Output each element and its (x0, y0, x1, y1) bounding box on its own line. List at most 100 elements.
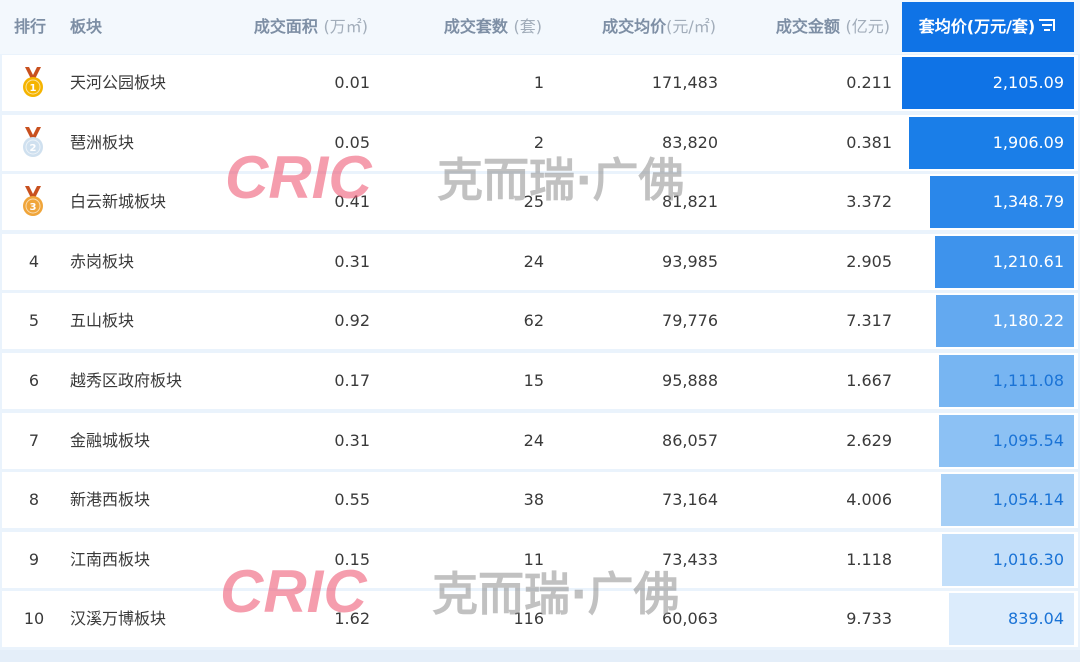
unit-price-value: 1,180.22 (992, 311, 1064, 331)
units-value: 62 (523, 311, 544, 331)
table-row[interactable]: 6 越秀区政府板块 0.17 15 95,888 1.667 1,111.08 (2, 353, 1078, 409)
amount-value: 1.118 (846, 549, 892, 569)
table-header: 排行 板块 成交面积 (万㎡) 成交套数 (套) 成交均价(元/㎡) 成交金额 … (0, 0, 1080, 54)
table-row[interactable]: 3 白云新城板块 0.41 25 81,821 3.372 1,348.79 (2, 174, 1078, 231)
avg-price-value: 83,820 (662, 132, 718, 152)
gold-medal-icon: 1 (20, 67, 46, 103)
amount-value: 0.211 (846, 73, 892, 92)
units-value: 24 (523, 430, 544, 450)
unit-price-bar: 1,095.54 (939, 414, 1074, 467)
units-value: 24 (523, 251, 544, 271)
col-block-header: 板块 (70, 17, 103, 36)
avg-price-value: 73,164 (662, 490, 718, 510)
unit-price-value: 1,095.54 (992, 430, 1064, 450)
bronze-medal-icon: 3 (20, 186, 46, 222)
unit-price-bar: 1,348.79 (929, 176, 1074, 229)
rank-number: 8 (28, 490, 40, 510)
table-row[interactable]: 8 新港西板块 0.55 38 73,164 4.006 1,054.14 (2, 472, 1078, 529)
rank-number: 9 (28, 549, 40, 569)
block-name: 五山板块 (70, 311, 135, 331)
col-avg-price-header[interactable]: 成交均价(元/㎡) (602, 0, 716, 54)
rank-number: 6 (28, 371, 40, 390)
table-row[interactable]: 4 赤岗板块 0.31 24 93,985 2.905 1,210.61 (2, 233, 1078, 290)
table-row[interactable]: 5 五山板块 0.92 62 79,776 7.317 1,180.22 (2, 293, 1078, 350)
area-value: 0.05 (334, 132, 370, 152)
unit-price-value: 1,016.30 (992, 549, 1064, 569)
avg-price-value: 79,776 (662, 311, 718, 331)
silver-medal-icon: 2 (20, 126, 46, 163)
area-value: 1.62 (334, 609, 370, 629)
svg-text:3: 3 (30, 202, 37, 213)
sort-desc-icon[interactable] (1039, 3, 1057, 53)
unit-price-value: 2,105.09 (992, 73, 1064, 92)
block-name: 汉溪万博板块 (70, 609, 167, 629)
rank-number: 5 (28, 311, 40, 331)
units-value: 1 (533, 73, 544, 92)
block-name: 赤岗板块 (70, 251, 135, 271)
unit-price-bar: 1,210.61 (934, 235, 1074, 288)
amount-value: 0.381 (846, 132, 892, 152)
unit-price-value: 1,348.79 (992, 192, 1064, 212)
avg-price-value: 95,888 (662, 371, 718, 390)
amount-value: 9.733 (846, 609, 892, 629)
svg-text:2: 2 (30, 143, 37, 154)
block-name: 金融城板块 (70, 430, 151, 450)
avg-price-value: 81,821 (662, 192, 718, 212)
units-value: 116 (513, 609, 544, 629)
amount-value: 7.317 (846, 311, 892, 331)
avg-price-value: 73,433 (662, 549, 718, 569)
table-footer (0, 650, 1080, 662)
table-row[interactable]: 2 琶洲板块 0.05 2 83,820 0.381 1,906.09 (2, 114, 1078, 171)
units-value: 15 (523, 371, 544, 390)
unit-price-bar: 1,054.14 (940, 474, 1074, 527)
amount-value: 4.006 (846, 490, 892, 510)
rank-number: 7 (28, 430, 40, 450)
rank-number: 10 (23, 609, 45, 629)
table-row[interactable]: 1 天河公园板块 0.01 1 171,483 0.211 2,105.09 (2, 55, 1078, 111)
area-value: 0.92 (334, 311, 370, 331)
table-row[interactable]: 10 汉溪万博板块 1.62 116 60,063 9.733 839.04 (2, 591, 1078, 648)
area-value: 0.31 (334, 251, 370, 271)
table-row[interactable]: 7 金融城板块 0.31 24 86,057 2.629 1,095.54 (2, 412, 1078, 469)
block-name: 白云新城板块 (70, 192, 167, 212)
unit-price-bar: 839.04 (948, 593, 1074, 646)
area-value: 0.55 (334, 490, 370, 510)
table-row[interactable]: 9 江南西板块 0.15 11 73,433 1.118 1,016.30 (2, 531, 1078, 588)
amount-value: 3.372 (846, 192, 892, 212)
avg-price-value: 93,985 (662, 251, 718, 271)
svg-text:1: 1 (30, 83, 37, 94)
block-name: 江南西板块 (70, 549, 151, 569)
area-value: 0.17 (334, 371, 370, 390)
units-value: 38 (523, 490, 544, 510)
units-value: 11 (523, 549, 544, 569)
block-name: 新港西板块 (70, 490, 151, 510)
area-value: 0.31 (334, 430, 370, 450)
col-rank-header: 排行 (14, 17, 47, 36)
col-units-header[interactable]: 成交套数 (套) (444, 0, 542, 54)
unit-price-value: 1,111.08 (992, 371, 1064, 390)
block-name: 琶洲板块 (70, 132, 135, 152)
unit-price-value: 1,906.09 (992, 132, 1064, 152)
block-name: 越秀区政府板块 (70, 371, 183, 390)
unit-price-value: 1,210.61 (992, 251, 1064, 271)
amount-value: 2.629 (846, 430, 892, 450)
avg-price-value: 86,057 (662, 430, 718, 450)
area-value: 0.41 (334, 192, 370, 212)
unit-price-bar: 1,906.09 (909, 116, 1074, 169)
unit-price-bar: 1,016.30 (942, 533, 1074, 586)
col-amount-header[interactable]: 成交金额 (亿元) (776, 0, 890, 54)
unit-price-value: 1,054.14 (992, 490, 1064, 510)
area-value: 0.15 (334, 549, 370, 569)
ranking-table: 排行 板块 成交面积 (万㎡) 成交套数 (套) 成交均价(元/㎡) 成交金额 … (0, 0, 1080, 662)
unit-price-bar: 1,111.08 (938, 355, 1074, 407)
units-value: 2 (533, 132, 544, 152)
area-value: 0.01 (334, 73, 370, 92)
col-area-header[interactable]: 成交面积 (万㎡) (254, 0, 368, 54)
block-name: 天河公园板块 (70, 73, 167, 92)
col-unit-price-header[interactable]: 套均价(万元/套) (902, 2, 1074, 52)
amount-value: 2.905 (846, 251, 892, 271)
avg-price-value: 60,063 (662, 609, 718, 629)
unit-price-value: 839.04 (1008, 609, 1064, 629)
avg-price-value: 171,483 (651, 73, 718, 92)
rank-number: 4 (28, 251, 40, 271)
